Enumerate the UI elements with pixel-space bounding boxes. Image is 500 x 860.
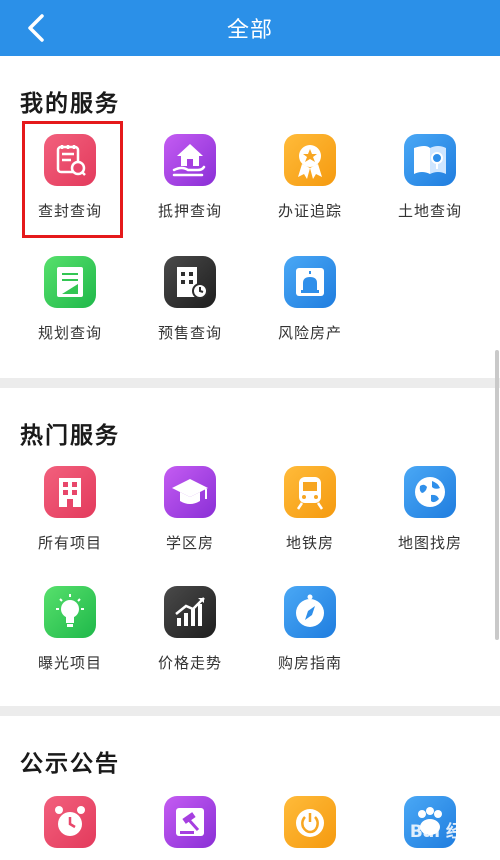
blueprint-icon <box>44 256 96 308</box>
service-label: 地图找房 <box>397 534 462 552</box>
building-clock-icon <box>164 256 216 308</box>
compass-icon <box>284 586 336 638</box>
section-title: 我的服务 <box>20 91 120 117</box>
award-medal-icon <box>284 134 336 186</box>
service-school-district[interactable]: 学区房 <box>135 466 245 566</box>
service-label: 办证追踪 <box>277 202 342 220</box>
service-map-search[interactable]: 地图找房 <box>375 466 485 566</box>
service-notice-1[interactable] <box>15 796 125 860</box>
service-land-query[interactable]: 土地查询 <box>375 134 485 234</box>
service-notice-3[interactable] <box>255 796 365 860</box>
service-label: 价格走势 <box>157 654 222 672</box>
service-risk-property[interactable]: 风险房产 <box>255 256 365 356</box>
graduation-cap-icon <box>164 466 216 518</box>
service-planning-query[interactable]: 规划查询 <box>15 256 125 356</box>
house-hand-icon <box>164 134 216 186</box>
service-label: 地铁房 <box>285 534 334 552</box>
service-exposed-projects[interactable]: 曝光项目 <box>15 586 125 686</box>
selection-highlight <box>22 121 123 238</box>
service-subway-housing[interactable]: 地铁房 <box>255 466 365 566</box>
service-label: 抵押查询 <box>157 202 222 220</box>
world-map-icon <box>404 466 456 518</box>
service-presale-query[interactable]: 预售查询 <box>135 256 245 356</box>
service-label: 风险房产 <box>277 324 342 342</box>
service-label: 所有项目 <box>37 534 102 552</box>
building-icon <box>44 466 96 518</box>
top-bar: 全部 <box>0 0 500 56</box>
trend-chart-icon <box>164 586 216 638</box>
train-icon <box>284 466 336 518</box>
service-label: 购房指南 <box>277 654 342 672</box>
lightbulb-icon <box>44 586 96 638</box>
service-label: 预售查询 <box>157 324 222 342</box>
service-mortgage-query[interactable]: 抵押查询 <box>135 134 245 234</box>
hot-services-section: 热门服务 所有项目 学区房 地铁房 地图找房 曝光项目 价格走势 购房指南 <box>0 388 500 706</box>
watermark: Bai 经验 <box>409 822 480 842</box>
service-certificate-tracking[interactable]: 办证追踪 <box>255 134 365 234</box>
gavel-icon <box>164 796 216 848</box>
service-label: 土地查询 <box>397 202 462 220</box>
service-all-projects[interactable]: 所有项目 <box>15 466 125 566</box>
service-notice-2[interactable] <box>135 796 245 860</box>
scrollbar[interactable] <box>495 350 499 640</box>
section-title: 热门服务 <box>20 423 120 449</box>
power-icon <box>284 796 336 848</box>
service-label: 规划查询 <box>37 324 102 342</box>
alarm-clock-icon <box>44 796 96 848</box>
alarm-building-icon <box>284 256 336 308</box>
service-label: 曝光项目 <box>37 654 102 672</box>
page-title: 全部 <box>226 18 273 43</box>
section-title: 公示公告 <box>20 751 120 777</box>
service-buying-guide[interactable]: 购房指南 <box>255 586 365 686</box>
service-label: 学区房 <box>165 534 214 552</box>
globe-pin-icon <box>404 134 456 186</box>
service-price-trend[interactable]: 价格走势 <box>135 586 245 686</box>
